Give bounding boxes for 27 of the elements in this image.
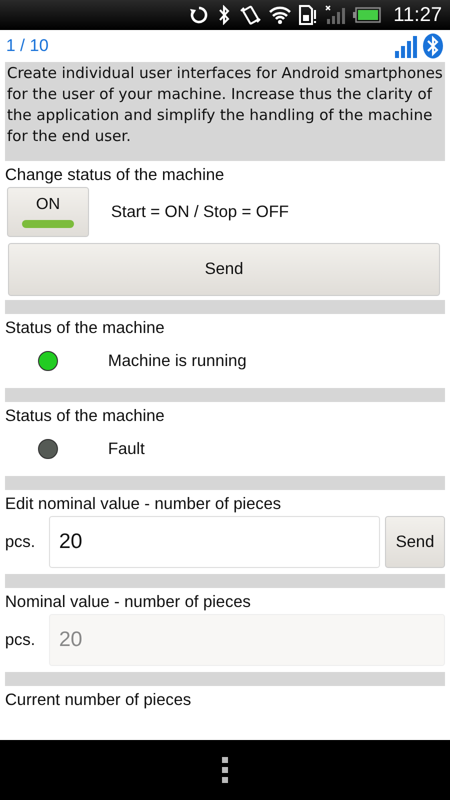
sync-icon [189,5,210,25]
signal-bluetooth-icon [395,33,445,59]
section-title: Change status of the machine [5,165,226,185]
section-title: Current number of pieces [5,690,192,710]
unit-label: pcs. [5,532,36,552]
vibrate-icon [239,5,262,25]
section-title: Status of the machine [5,318,166,338]
hint-text: Start = ON / Stop = OFF [111,202,289,222]
bluetooth-icon [217,5,232,25]
status-text: Fault [108,440,145,458]
sim-card-icon [299,5,318,25]
toggle-button[interactable]: ON [7,187,89,237]
section-title: Status of the machine [5,406,166,426]
unit-label: pcs. [5,630,36,650]
send-button[interactable]: Send [385,516,445,568]
signal-icon [325,5,346,25]
section-title: Nominal value - number of pieces [5,592,252,612]
send-button[interactable]: Send [8,243,440,296]
clock-time: 11:27 [393,4,442,26]
description-text: Create individual user interfaces for Android smartphones for the user of your machine. Increase thus the clarity of the application and simplify the handling of the machine for the end user. [5,62,445,161]
wifi-icon [269,6,292,24]
page-counter: 1 / 10 [6,36,49,56]
battery-icon [353,7,382,23]
status-text: Machine is running [108,352,246,370]
menu-icon[interactable] [222,757,228,783]
section-title: Edit nominal value - number of pieces [5,494,282,514]
number-field[interactable]: 20 [49,516,380,568]
